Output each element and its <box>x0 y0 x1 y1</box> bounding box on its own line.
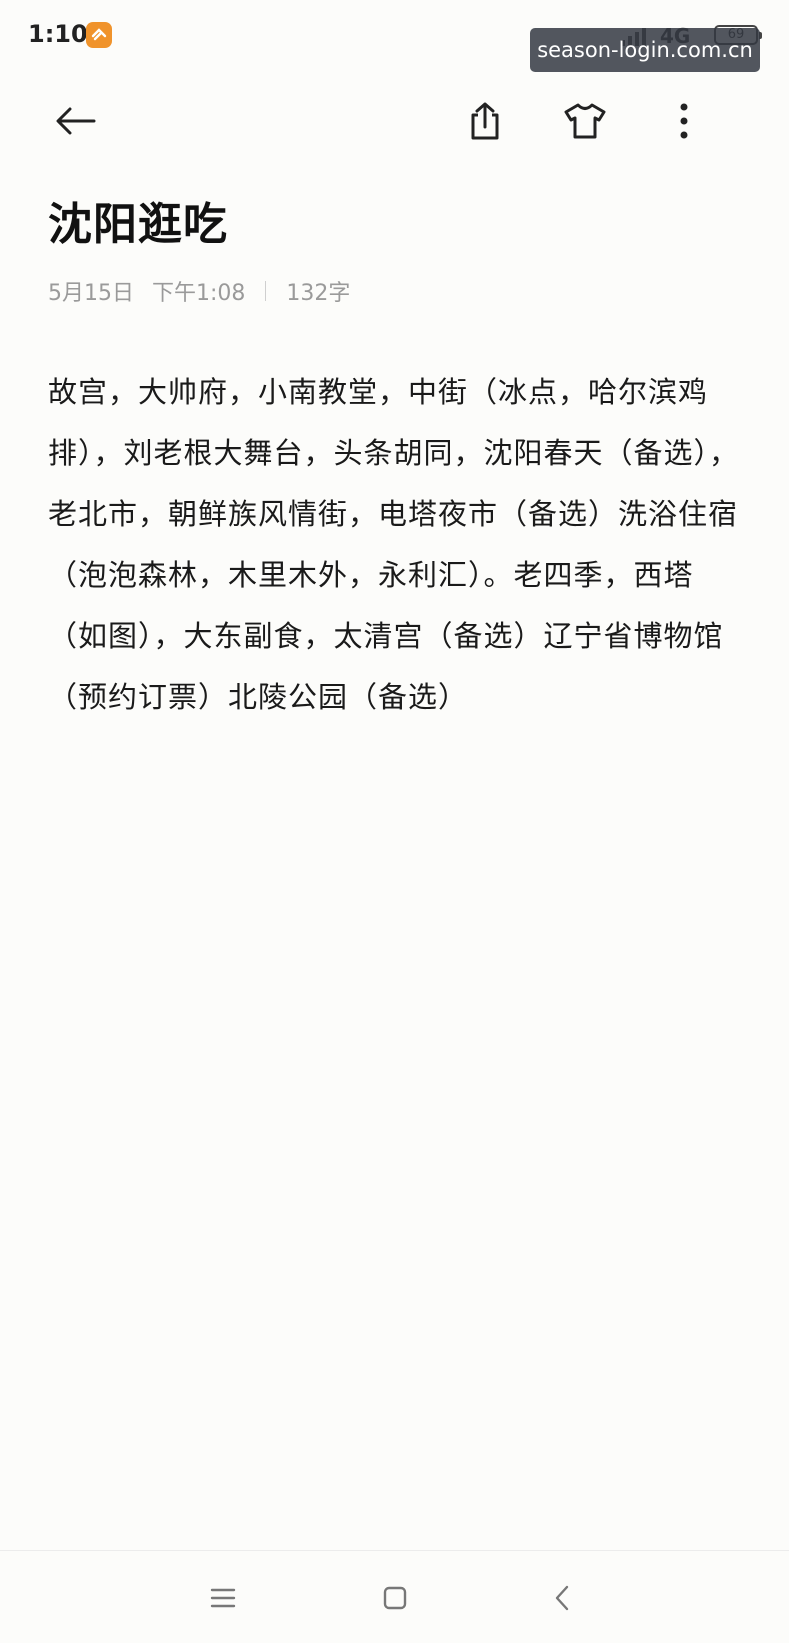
theme-button[interactable] <box>554 90 616 152</box>
share-button[interactable] <box>454 90 516 152</box>
note-time: 下午1:08 <box>152 281 246 306</box>
note-toolbar <box>0 90 789 152</box>
menu-icon <box>210 1588 236 1608</box>
tshirt-theme-icon <box>564 103 606 139</box>
home-square-icon <box>383 1586 407 1610</box>
back-arrow-icon <box>56 107 96 135</box>
status-time: 1:10 <box>28 20 88 48</box>
menu-button[interactable] <box>198 1573 248 1623</box>
home-button[interactable] <box>370 1573 420 1623</box>
meta-divider <box>265 281 267 301</box>
nav-back-button[interactable] <box>537 1573 587 1623</box>
note-title[interactable]: 沈阳逛吃 <box>48 188 228 252</box>
more-options-button[interactable] <box>653 90 715 152</box>
share-icon <box>471 102 499 140</box>
back-button[interactable] <box>45 90 107 152</box>
note-meta: 5月15日 下午1:08 132字 <box>48 275 350 307</box>
watermark: season-login.com.cn <box>530 28 760 72</box>
nav-back-icon <box>555 1585 569 1611</box>
app-notification-icon <box>86 22 112 48</box>
system-nav-bar <box>0 1551 789 1643</box>
note-char-count: 132字 <box>286 281 351 306</box>
more-vertical-icon <box>680 103 688 139</box>
note-date: 5月15日 <box>48 281 134 306</box>
note-content[interactable]: 故宫，大帅府，小南教堂，中街（冰点，哈尔滨鸡排），刘老根大舞台，头条胡同，沈阳春… <box>48 362 743 728</box>
